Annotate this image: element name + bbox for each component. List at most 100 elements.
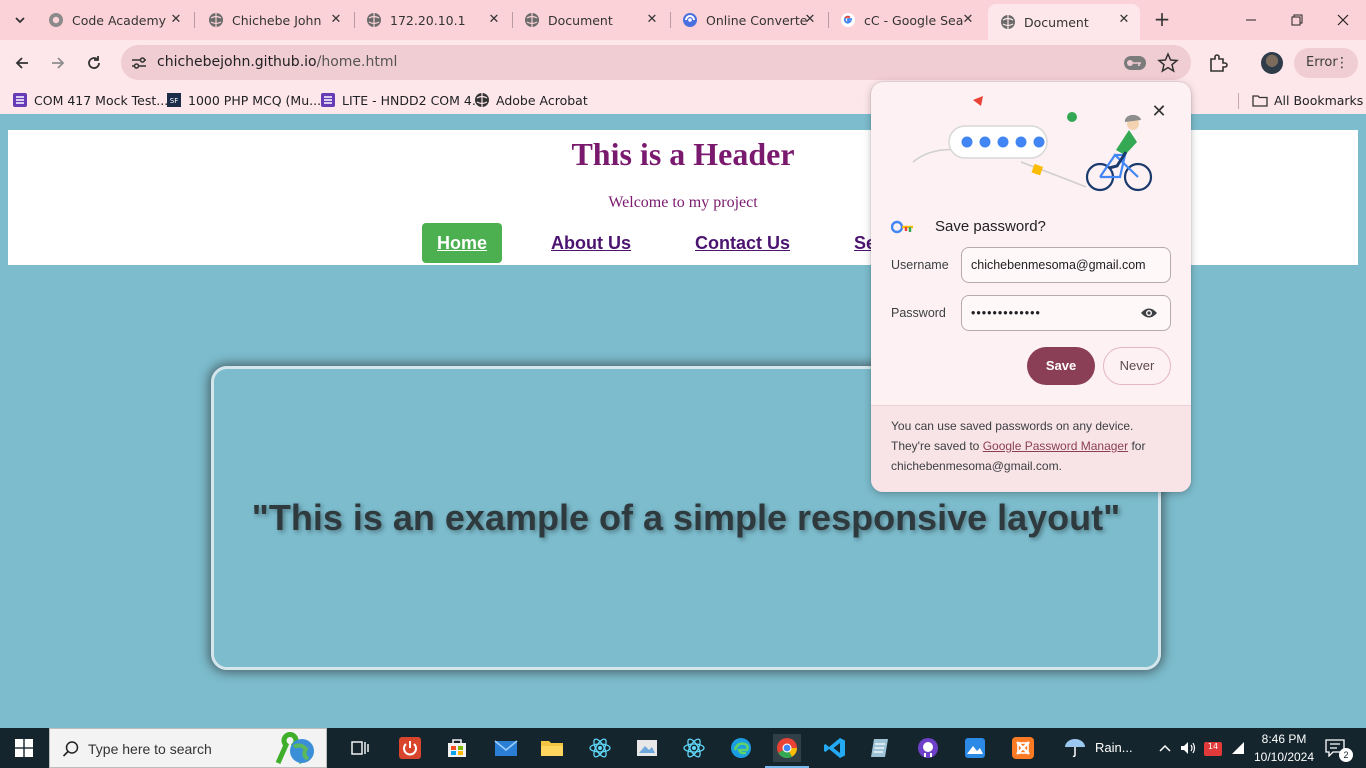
globe-icon: [525, 13, 539, 27]
umbrella-icon: [1065, 739, 1085, 758]
folder-icon: [1252, 95, 1268, 107]
taskbar-app-photos[interactable]: [961, 734, 989, 762]
footer-text: for: [1131, 439, 1146, 453]
mail-icon: [494, 740, 518, 756]
tab-title: Code Academy: [72, 12, 167, 28]
clock-time[interactable]: 8:46 PM: [1252, 732, 1316, 746]
search-placeholder: Type here to search: [88, 741, 212, 757]
url-path: /home.html: [316, 54, 398, 70]
close-icon[interactable]: ✕: [802, 12, 818, 28]
bookmark-adobe-acrobat[interactable]: Adobe Acrobat: [474, 91, 588, 109]
tab-chichebe-john[interactable]: Chichebe John ✕: [196, 4, 352, 36]
tab-document[interactable]: Document ✕: [512, 4, 668, 36]
minimize-icon: [1246, 19, 1256, 21]
profile-avatar[interactable]: [1261, 52, 1283, 74]
chrome-icon: [777, 738, 798, 759]
username-value: chichebenmesoma@gmail.com: [971, 258, 1146, 272]
close-icon[interactable]: ✕: [1116, 12, 1132, 28]
volume-icon[interactable]: [1179, 739, 1197, 757]
nav-contact-link[interactable]: Contact Us: [695, 223, 790, 263]
start-button[interactable]: [0, 728, 48, 768]
taskbar-app-github[interactable]: [914, 734, 942, 762]
close-icon[interactable]: ✕: [328, 12, 344, 28]
password-manager-link[interactable]: Google Password Manager: [983, 439, 1128, 453]
more-menu-icon[interactable]: ⋮: [1335, 48, 1349, 78]
taskbar-app-store[interactable]: [443, 734, 471, 762]
folder-icon: [541, 741, 563, 756]
address-bar[interactable]: chichebejohn.github.io/home.html: [121, 45, 1191, 80]
all-bookmarks-label: All Bookmarks: [1274, 92, 1364, 108]
tab-document-active[interactable]: Document ✕: [988, 4, 1140, 40]
taskbar-app-notes[interactable]: [867, 734, 895, 762]
task-view-icon: [351, 741, 369, 755]
calendar-tray-icon[interactable]: 14: [1203, 739, 1223, 757]
url-text[interactable]: chichebejohn.github.io/home.html: [157, 45, 397, 80]
site-settings-icon[interactable]: [129, 53, 149, 73]
bookmark-label: LITE - HNDD2 COM 4...: [342, 92, 484, 108]
network-icon[interactable]: [1229, 739, 1247, 757]
forward-button[interactable]: [44, 49, 72, 77]
back-button[interactable]: [8, 49, 36, 77]
bookmark-php-mcq[interactable]: SF 1000 PHP MCQ (Mu...: [166, 91, 321, 109]
close-window-button[interactable]: [1329, 6, 1357, 34]
tab-ip-address[interactable]: 172.20.10.1 ✕: [354, 4, 510, 36]
close-icon[interactable]: ✕: [168, 12, 184, 28]
password-value: •••••••••••••: [971, 306, 1041, 320]
tab-google-search[interactable]: cC - Google Sea ✕: [828, 4, 984, 36]
taskbar-app-power[interactable]: [396, 734, 424, 762]
restore-icon: [1291, 14, 1303, 26]
list-icon: [321, 93, 335, 107]
nav-about-link[interactable]: About Us: [551, 223, 631, 263]
password-key-icon[interactable]: [1123, 53, 1147, 73]
reload-button[interactable]: [80, 49, 108, 77]
task-view-button[interactable]: [346, 734, 374, 762]
converter-icon: [683, 13, 697, 27]
new-tab-button[interactable]: +: [1150, 8, 1174, 32]
bookmark-label: 1000 PHP MCQ (Mu...: [188, 92, 322, 108]
bookmark-com417[interactable]: COM 417 Mock Test...: [12, 91, 168, 109]
windows-logo-icon: [15, 739, 33, 757]
clock-date[interactable]: 10/10/2024: [1252, 750, 1316, 764]
taskbar-app-chrome[interactable]: [765, 734, 809, 768]
taskbar-app-xampp[interactable]: [1009, 734, 1037, 762]
url-host: chichebejohn.github.io: [157, 54, 317, 70]
taskbar-app-react[interactable]: [586, 734, 614, 762]
eye-icon[interactable]: [1140, 306, 1158, 320]
taskbar-app-mail[interactable]: [492, 734, 520, 762]
notification-count-badge: 2: [1339, 748, 1353, 762]
vscode-icon: [824, 738, 845, 758]
taskbar-search-box[interactable]: Type here to search: [49, 728, 327, 768]
weather-icon[interactable]: [1064, 738, 1086, 758]
power-app-icon: [399, 737, 421, 759]
close-icon[interactable]: ✕: [486, 12, 502, 28]
nav-home-link[interactable]: Home: [422, 223, 502, 263]
close-icon[interactable]: ✕: [644, 12, 660, 28]
taskbar-app-react-2[interactable]: [680, 734, 708, 762]
tab-online-converter[interactable]: Online Converte ✕: [670, 4, 826, 36]
close-icon[interactable]: ✕: [960, 12, 976, 28]
tab-search-button[interactable]: [8, 8, 32, 32]
minimize-button[interactable]: [1237, 6, 1265, 34]
taskbar-app-vscode[interactable]: [821, 734, 849, 762]
tab-code-academy[interactable]: Code Academy ✕: [36, 4, 192, 36]
username-label: Username: [891, 258, 949, 272]
weather-text[interactable]: Rain...: [1095, 740, 1133, 755]
show-hidden-icons-button[interactable]: [1156, 739, 1174, 757]
taskbar-app-file-explorer[interactable]: [538, 734, 566, 762]
never-button[interactable]: Never: [1103, 347, 1171, 385]
profile-error-chip[interactable]: Error ⋮: [1294, 48, 1358, 78]
microsoft-store-icon: [448, 739, 466, 757]
save-button[interactable]: Save: [1027, 347, 1095, 385]
bookmark-lite-hnd2[interactable]: LITE - HNDD2 COM 4...: [320, 91, 484, 109]
bookmark-star-icon[interactable]: [1157, 52, 1179, 74]
close-icon[interactable]: ✕: [1149, 102, 1169, 122]
taskbar-app-image-viewer[interactable]: [633, 734, 661, 762]
notes-icon: [871, 739, 888, 757]
taskbar-app-edge[interactable]: [727, 734, 755, 762]
username-field[interactable]: chichebenmesoma@gmail.com: [961, 247, 1171, 283]
restore-button[interactable]: [1283, 6, 1311, 34]
password-field[interactable]: •••••••••••••: [961, 295, 1171, 331]
extensions-puzzle-icon[interactable]: [1207, 52, 1229, 74]
all-bookmarks-button[interactable]: All Bookmarks: [1252, 91, 1363, 109]
list-icon: [13, 93, 27, 107]
